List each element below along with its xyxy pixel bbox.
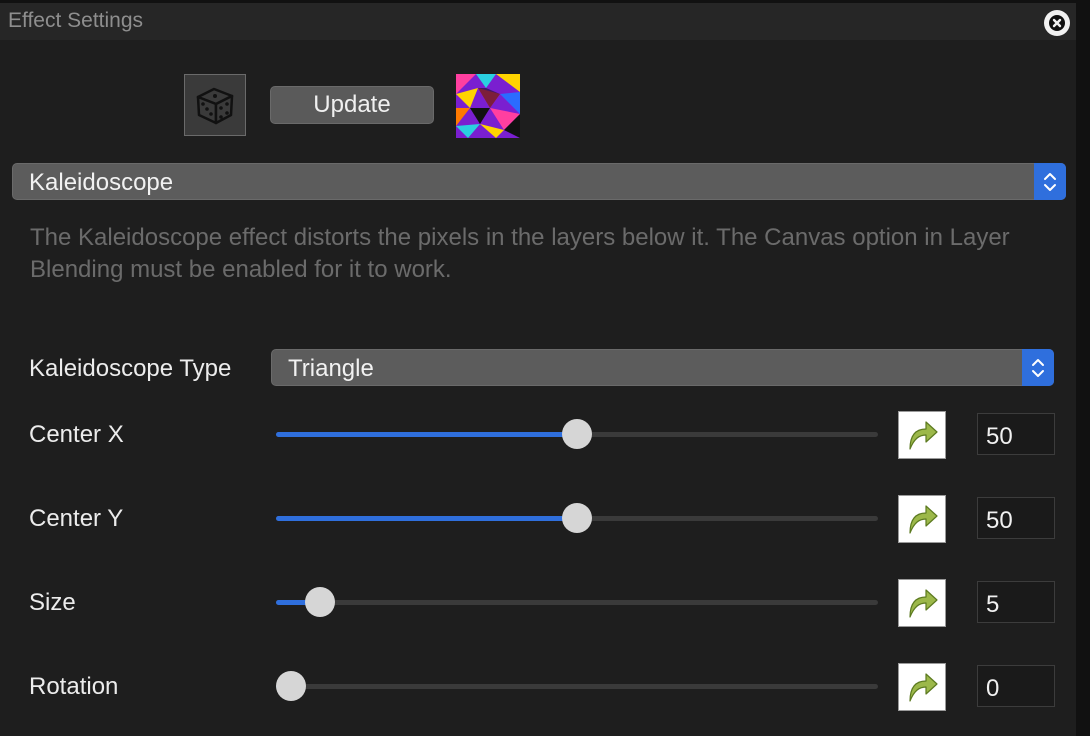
size-reset-button[interactable] [898,579,946,627]
update-button[interactable]: Update [270,86,434,124]
center-x-reset-button[interactable] [898,411,946,459]
reset-arrow-icon [909,589,938,618]
rotation-label: Rotation [29,673,119,700]
preset-thumbnail[interactable] [456,74,520,138]
slider-knob[interactable] [562,503,592,533]
slider-track [276,684,878,689]
chevron-updown-icon [1032,358,1044,377]
window-edge [1076,0,1090,736]
reset-arrow-icon [909,421,938,450]
effect-description: The Kaleidoscope effect distorts the pix… [30,224,1010,283]
kaleidoscope-type-label: Kaleidoscope Type [29,355,232,382]
dice-icon [196,87,234,125]
slider-knob[interactable] [304,587,335,617]
reset-arrow-icon [909,673,938,702]
size-slider[interactable] [276,587,878,617]
effect-select[interactable]: Kaleidoscope [12,163,1066,200]
center-x-label: Center X [29,421,124,448]
effect-select-stepper[interactable] [1034,163,1066,200]
window-title: Effect Settings [8,9,144,32]
slider-fill [276,432,577,437]
reset-arrow-icon [909,505,938,534]
effect-select-value: Kaleidoscope [29,169,174,196]
size-value-field[interactable]: 5 [977,581,1055,623]
randomize-button[interactable] [184,74,246,136]
kaleidoscope-type-value: Triangle [288,355,374,382]
center-y-reset-button[interactable] [898,495,946,543]
rotation-reset-button[interactable] [898,663,946,711]
chevron-updown-icon [1044,172,1056,191]
slider-fill [276,516,577,521]
slider-knob[interactable] [276,671,306,701]
rotation-value-field[interactable]: 0 [977,665,1055,707]
size-label: Size [29,589,76,616]
center-y-value-field[interactable]: 50 [977,497,1055,539]
close-icon [1049,15,1065,31]
type-select-stepper[interactable] [1022,349,1054,386]
kaleidoscope-type-select[interactable]: Triangle [271,349,1054,386]
center-x-slider[interactable] [276,419,878,449]
center-y-slider[interactable] [276,503,878,533]
center-y-label: Center Y [29,505,124,532]
title-bar: Effect Settings [0,0,1076,40]
rotation-slider[interactable] [276,671,878,701]
center-x-value-field[interactable]: 50 [977,413,1055,455]
close-button[interactable] [1044,10,1070,36]
slider-track [276,600,878,605]
slider-knob[interactable] [562,419,592,449]
